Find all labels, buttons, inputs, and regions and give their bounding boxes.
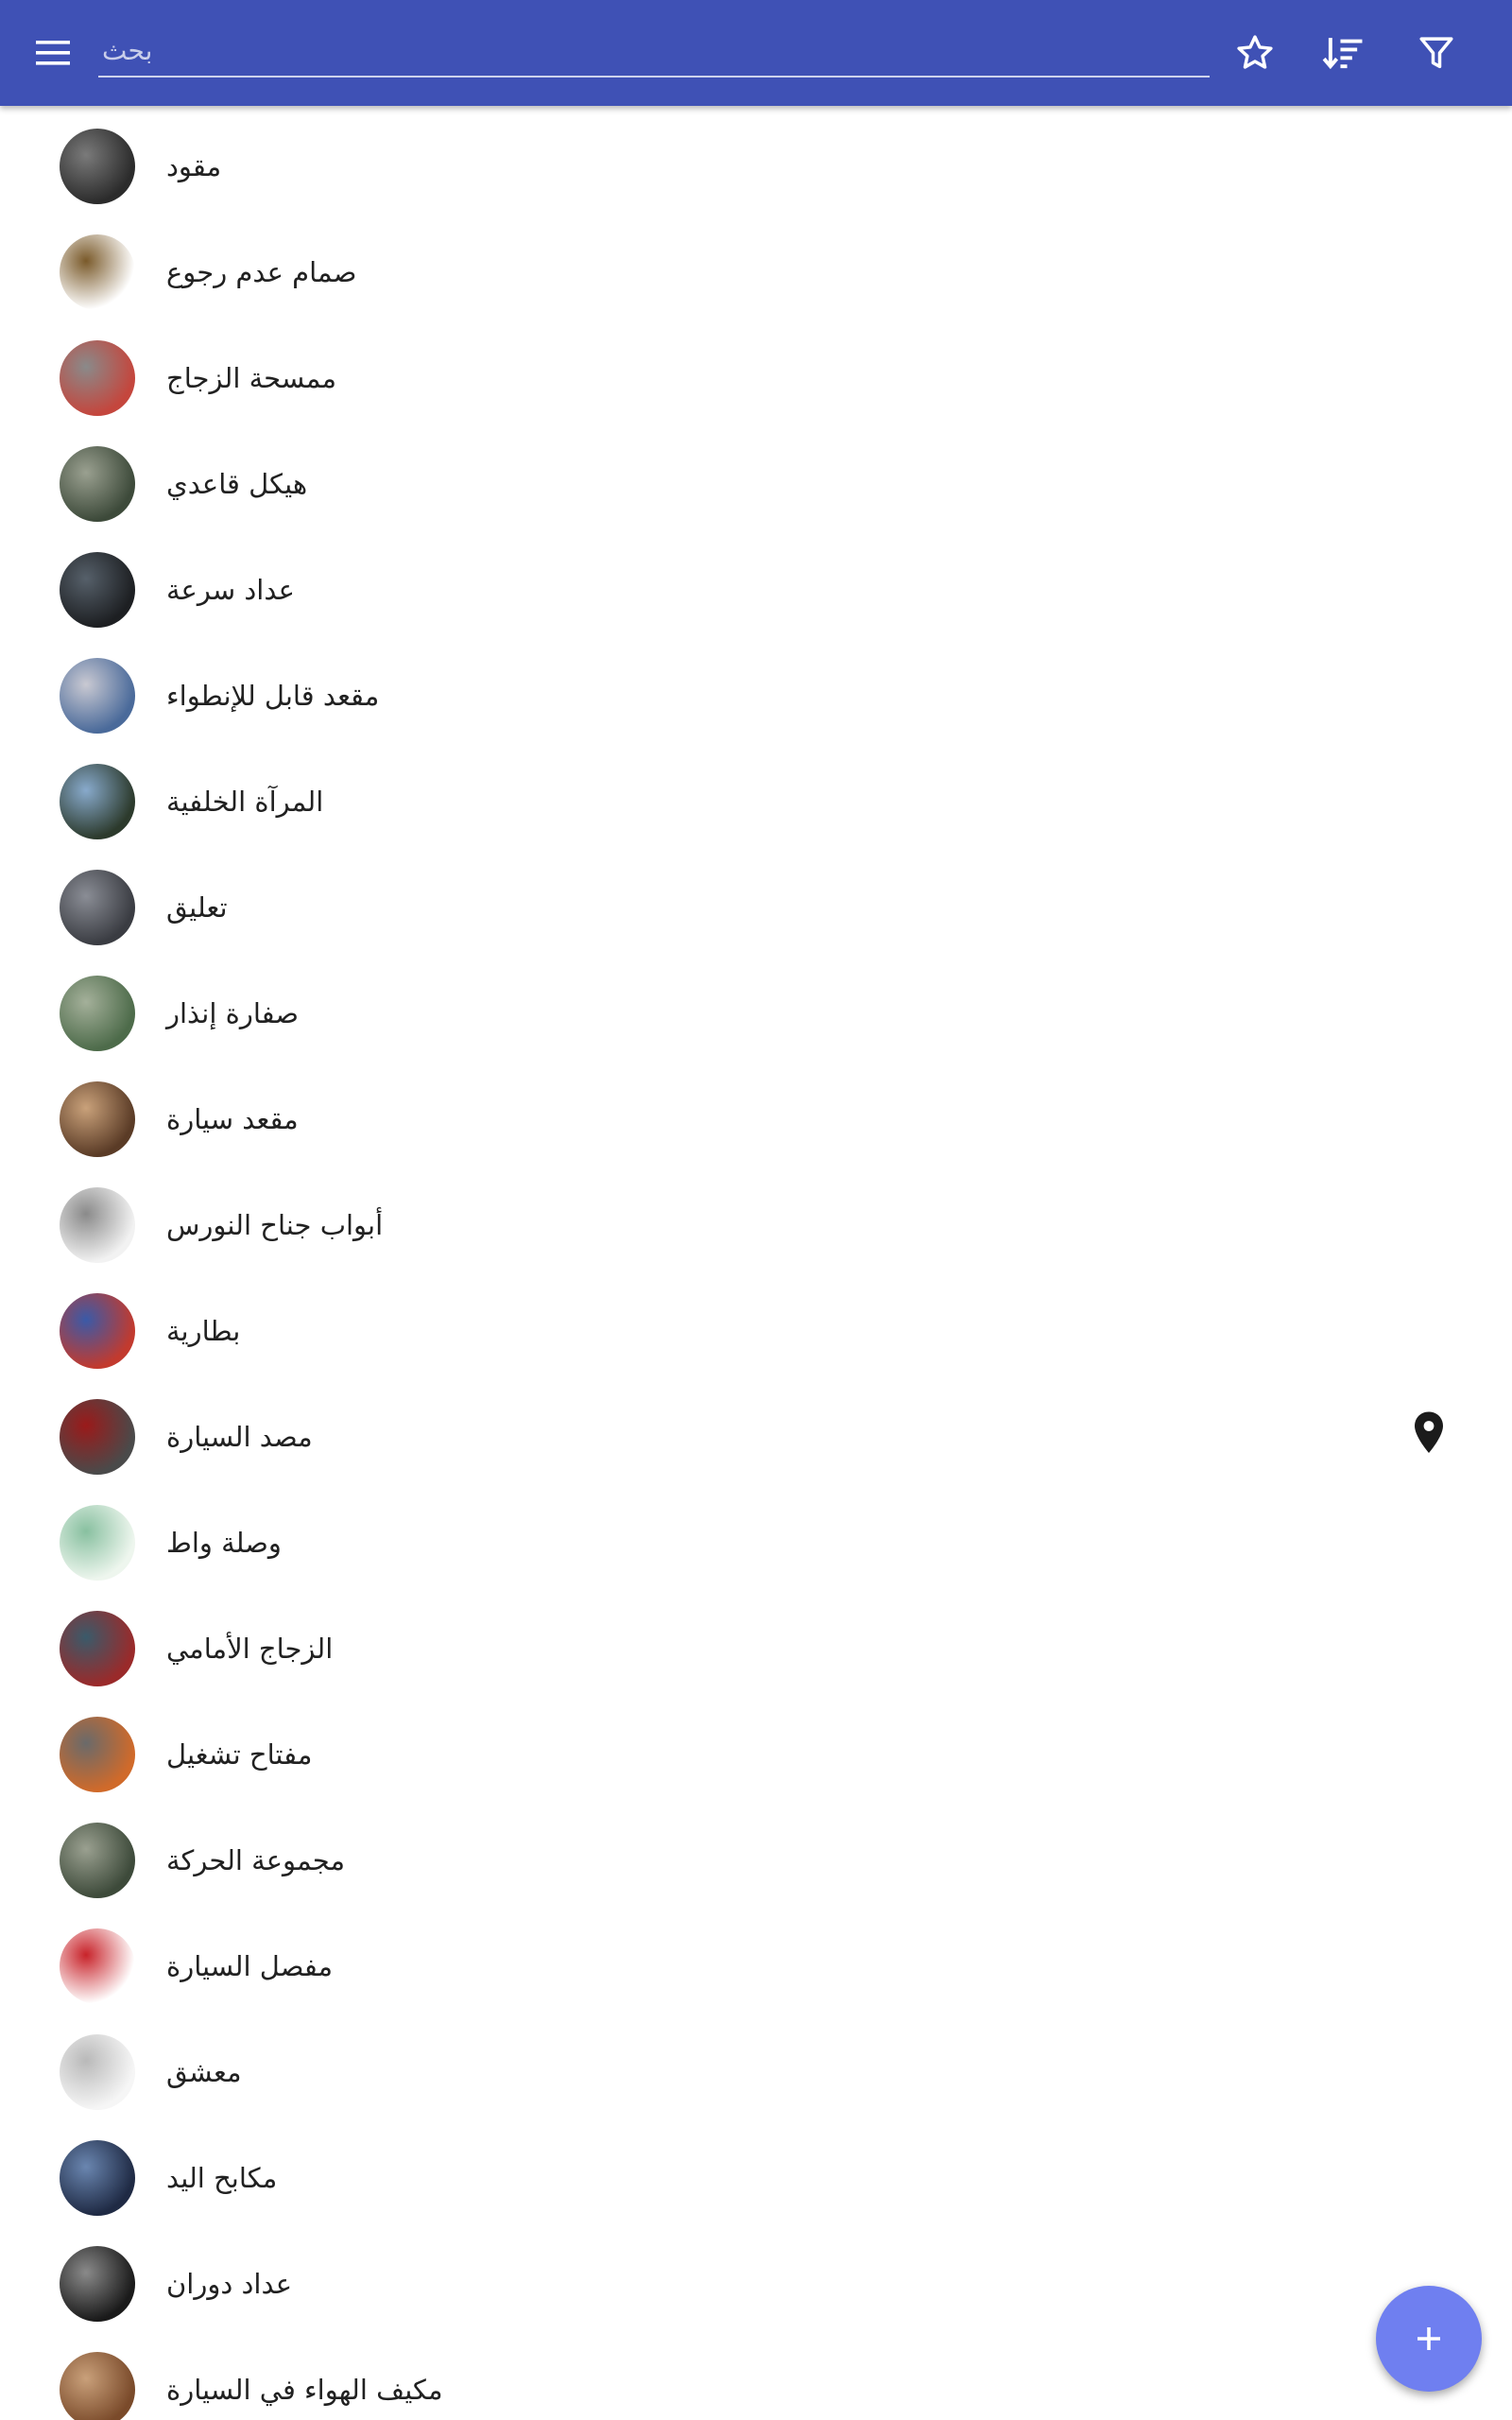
list-item[interactable]: مقود (0, 98, 1512, 204)
list-item[interactable]: مصد السيارة (0, 1369, 1512, 1475)
item-label: الزجاج الأمامي (166, 1633, 334, 1665)
item-label: مقعد سيارة (166, 1103, 299, 1135)
item-thumbnail (60, 764, 135, 839)
item-thumbnail (60, 1293, 135, 1369)
menu-button[interactable] (28, 26, 77, 79)
search-field (98, 25, 1210, 78)
menu-icon (36, 41, 70, 65)
list-item[interactable]: مكابح اليد (0, 2110, 1512, 2216)
item-thumbnail (60, 658, 135, 734)
item-thumbnail (60, 1717, 135, 1792)
item-label: معشق (166, 2056, 242, 2088)
list-item[interactable]: مكيف الهواء في السيارة (0, 2322, 1512, 2420)
list-item[interactable]: صمام عدم رجوع (0, 204, 1512, 310)
item-thumbnail (60, 1505, 135, 1581)
item-thumbnail (60, 340, 135, 416)
search-input[interactable] (98, 25, 1210, 76)
item-thumbnail (60, 1928, 135, 2004)
item-label: تعليق (166, 891, 228, 924)
item-thumbnail (60, 2352, 135, 2420)
items-list: مقود صمام عدم رجوع ممسحة الزجاج هيكل قاعدي ع… (0, 98, 1512, 2420)
app-bar (0, 0, 1512, 106)
item-thumbnail (60, 129, 135, 204)
list-item[interactable]: مجموعة الحركة (0, 1792, 1512, 1898)
item-thumbnail (60, 2034, 135, 2110)
item-label: هيكل قاعدي (166, 468, 308, 500)
item-label: مقعد قابل للإنطواء (166, 680, 380, 712)
item-label: عداد سرعة (166, 574, 295, 606)
item-label: مفصل السيارة (166, 1950, 334, 1982)
sort-icon (1322, 38, 1363, 70)
item-label: مفتاح تشغيل (166, 1738, 313, 1771)
item-thumbnail (60, 1187, 135, 1263)
item-label: ممسحة الزجاج (166, 362, 337, 394)
filter-button[interactable] (1410, 26, 1463, 79)
item-label: وصلة واط (166, 1527, 282, 1559)
item-label: عداد دوران (166, 2268, 292, 2300)
item-label: صفارة إنذار (166, 997, 299, 1029)
item-thumbnail (60, 552, 135, 628)
list-item[interactable]: تعليق (0, 839, 1512, 945)
filter-icon (1419, 37, 1453, 69)
item-thumbnail (60, 870, 135, 945)
item-label: بطارية (166, 1315, 241, 1347)
item-thumbnail (60, 234, 135, 310)
item-thumbnail (60, 2246, 135, 2322)
favorites-button[interactable] (1228, 26, 1281, 79)
item-thumbnail (60, 1081, 135, 1157)
sort-button[interactable] (1317, 26, 1370, 79)
item-label: مكيف الهواء في السيارة (166, 2374, 443, 2406)
list-item[interactable]: مقعد قابل للإنطواء (0, 628, 1512, 734)
plus-icon (1418, 2327, 1440, 2350)
list-item[interactable]: مفتاح تشغيل (0, 1686, 1512, 1792)
list-item[interactable]: الزجاج الأمامي (0, 1581, 1512, 1686)
item-label: المرآة الخلفية (166, 786, 324, 818)
star-icon (1237, 35, 1273, 69)
item-thumbnail (60, 446, 135, 522)
item-thumbnail (60, 1611, 135, 1686)
item-label: مقود (166, 150, 222, 182)
list-item[interactable]: المرآة الخلفية (0, 734, 1512, 839)
list-item[interactable]: أبواب جناح النورس (0, 1157, 1512, 1263)
list-item[interactable]: مفصل السيارة (0, 1898, 1512, 2004)
list-item[interactable]: مقعد سيارة (0, 1051, 1512, 1157)
item-thumbnail (60, 976, 135, 1051)
list-item[interactable]: وصلة واط (0, 1475, 1512, 1581)
location-pin-icon[interactable] (1412, 1410, 1446, 1456)
list-item[interactable]: هيكل قاعدي (0, 416, 1512, 522)
add-button[interactable] (1376, 2286, 1482, 2392)
item-label: مكابح اليد (166, 2162, 278, 2194)
list-item[interactable]: ممسحة الزجاج (0, 310, 1512, 416)
item-label: مجموعة الحركة (166, 1844, 346, 1876)
list-item[interactable]: عداد دوران (0, 2216, 1512, 2322)
list-item[interactable]: بطارية (0, 1263, 1512, 1369)
item-label: أبواب جناح النورس (166, 1209, 384, 1241)
item-thumbnail (60, 1823, 135, 1898)
list-item[interactable]: عداد سرعة (0, 522, 1512, 628)
list-item[interactable]: صفارة إنذار (0, 945, 1512, 1051)
list-item[interactable]: معشق (0, 2004, 1512, 2110)
item-label: صمام عدم رجوع (166, 256, 357, 288)
item-thumbnail (60, 2140, 135, 2216)
item-thumbnail (60, 1399, 135, 1475)
item-label: مصد السيارة (166, 1421, 313, 1453)
